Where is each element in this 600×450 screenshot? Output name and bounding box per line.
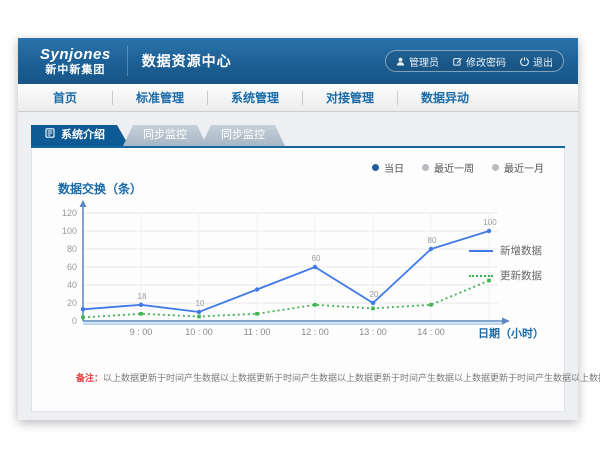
svg-text:20: 20: [370, 290, 379, 299]
nav-item-system-mgmt[interactable]: 系统管理: [208, 89, 302, 106]
svg-text:100: 100: [483, 218, 497, 227]
edit-icon: [453, 57, 462, 66]
chart-card: 当日 最近一周 最近一月 数据交换（条） 0 20 40 60 80 100 120 9 : …: [31, 148, 565, 412]
series-legend: 新增数据 更新数据: [469, 243, 542, 283]
svg-text:120: 120: [62, 208, 77, 218]
change-password-button[interactable]: 修改密码: [453, 54, 506, 69]
app-window: Synjones 新中新集团 数据资源中心 管理员 修改密码 退出: [18, 38, 578, 420]
nav-item-data-change[interactable]: 数据异动: [398, 89, 492, 106]
logo: Synjones 新中新集团: [40, 47, 111, 76]
header: Synjones 新中新集团 数据资源中心 管理员 修改密码 退出: [18, 38, 578, 84]
logo-wordmark: Synjones: [40, 47, 111, 62]
radio-icon: [492, 164, 499, 171]
nav-item-interface-mgmt[interactable]: 对接管理: [303, 89, 397, 106]
footnote: 备注：以上数据更新于时间产生数据以上数据更新于时间产生数据以上数据更新于时间产生…: [76, 371, 548, 384]
user-icon: [396, 57, 405, 66]
user-menu[interactable]: 管理员: [396, 54, 439, 69]
svg-text:10: 10: [196, 299, 205, 308]
radio-icon: [422, 164, 429, 171]
svg-text:100: 100: [62, 226, 77, 236]
filter-last-week[interactable]: 最近一周: [422, 160, 474, 175]
user-label: 管理员: [409, 54, 439, 69]
svg-text:11 : 00: 11 : 00: [244, 327, 271, 337]
logout-button[interactable]: 退出: [520, 54, 553, 69]
legend-label: 更新数据: [500, 268, 542, 283]
svg-text:10 : 00: 10 : 00: [185, 327, 213, 337]
legend-updated-data[interactable]: 更新数据: [469, 268, 542, 283]
svg-text:18: 18: [138, 292, 147, 301]
legend-new-data[interactable]: 新增数据: [469, 243, 542, 258]
page-title: 数据资源中心: [127, 46, 232, 76]
data-exchange-line-chart: 0 20 40 60 80 100 120 9 : 00 10 : 00 11 : 00 12 : …: [48, 199, 518, 349]
logo-company-name: 新中新集团: [40, 65, 111, 76]
change-password-label: 修改密码: [466, 54, 506, 69]
footnote-prefix: 备注：: [76, 373, 103, 383]
tab-bar: 系统介绍 同步监控 同步监控: [31, 125, 565, 146]
dotted-line-swatch: [469, 275, 493, 277]
svg-text:9 : 00: 9 : 00: [130, 327, 153, 337]
svg-text:0: 0: [72, 316, 77, 326]
legend-label: 新增数据: [500, 243, 542, 258]
svg-text:14 : 00: 14 : 00: [417, 327, 445, 337]
y-axis-title: 数据交换（条）: [58, 180, 548, 197]
filter-today[interactable]: 当日: [372, 160, 404, 175]
filter-last-month[interactable]: 最近一月: [492, 160, 544, 175]
svg-text:60: 60: [67, 262, 77, 272]
chart-area: 0 20 40 60 80 100 120 9 : 00 10 : 00 11 : 00 12 : …: [48, 199, 548, 357]
svg-text:20: 20: [67, 298, 77, 308]
content-area: 系统介绍 同步监控 同步监控 当日 最近一周 最近一月: [18, 112, 578, 420]
svg-text:80: 80: [67, 244, 77, 254]
x-axis-title: 日期（小时）: [478, 325, 544, 341]
user-toolbar: 管理员 修改密码 退出: [385, 50, 564, 72]
nav-item-home[interactable]: 首页: [18, 89, 112, 106]
tab-sync-monitor-1[interactable]: 同步监控: [123, 125, 207, 146]
filter-label: 当日: [384, 160, 404, 175]
tab-label: 系统介绍: [61, 125, 105, 146]
svg-text:12 : 00: 12 : 00: [301, 327, 329, 337]
logout-label: 退出: [533, 54, 553, 69]
document-icon: [45, 125, 55, 146]
svg-text:60: 60: [312, 254, 321, 263]
range-filters: 当日 最近一周 最近一月: [372, 160, 544, 175]
main-nav: 首页 标准管理 系统管理 对接管理 数据异动: [18, 84, 578, 112]
filter-label: 最近一周: [434, 160, 474, 175]
svg-text:80: 80: [428, 236, 437, 245]
solid-line-swatch: [469, 250, 493, 252]
svg-text:13 : 00: 13 : 00: [359, 327, 387, 337]
svg-text:40: 40: [67, 280, 77, 290]
filter-label: 最近一月: [504, 160, 544, 175]
tab-system-intro[interactable]: 系统介绍: [31, 125, 129, 146]
tab-sync-monitor-2[interactable]: 同步监控: [201, 125, 285, 146]
nav-item-standard-mgmt[interactable]: 标准管理: [113, 89, 207, 106]
footnote-text: 以上数据更新于时间产生数据以上数据更新于时间产生数据以上数据更新于时间产生数据以…: [103, 373, 600, 383]
radio-selected-icon: [372, 164, 379, 171]
power-icon: [520, 57, 529, 66]
